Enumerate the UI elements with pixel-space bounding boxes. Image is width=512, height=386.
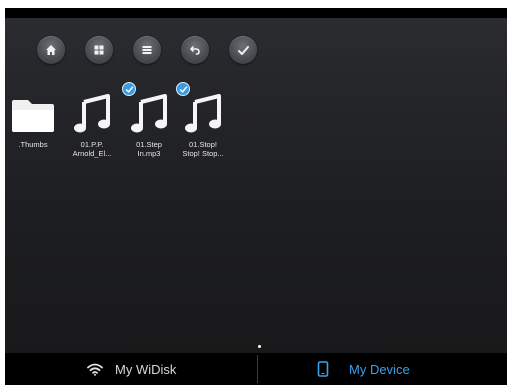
file-item-step-in[interactable]: 01.Step In.mp3 (121, 82, 177, 190)
tab-my-device[interactable]: My Device (317, 353, 410, 385)
grid-view-button[interactable] (85, 36, 113, 64)
list-view-button[interactable] (133, 36, 161, 64)
folder-icon (5, 90, 61, 138)
tab-my-widisk[interactable]: My WiDisk (87, 353, 176, 385)
file-item-thumbs[interactable]: .Thumbs (5, 90, 61, 190)
file-label: 01.Stop! Stop! Stop... (182, 140, 224, 158)
wifi-icon (87, 363, 103, 376)
file-grid: .Thumbs 01.P.P. Arnold_El... 01.Step In.… (5, 82, 507, 210)
file-label: 01.P.P. Arnold_El... (72, 140, 112, 158)
tab-divider (257, 355, 258, 383)
file-item-stop-stop[interactable]: 01.Stop! Stop! Stop... (175, 82, 231, 190)
music-note-icon (121, 90, 177, 138)
home-button[interactable] (37, 36, 65, 64)
app-screen: .Thumbs 01.P.P. Arnold_El... 01.Step In.… (5, 8, 507, 385)
phone-icon (317, 361, 329, 377)
tab-label: My Device (349, 361, 410, 377)
selected-check-icon (122, 82, 136, 96)
grid-icon (94, 45, 104, 55)
select-button[interactable] (229, 36, 257, 64)
list-icon (142, 46, 152, 54)
status-bar (5, 8, 507, 18)
back-arrow-icon (190, 46, 200, 55)
back-button[interactable] (181, 36, 209, 64)
tab-label: My WiDisk (115, 361, 177, 377)
home-icon (46, 45, 56, 55)
page-indicator (258, 345, 261, 348)
bottom-tab-bar: My WiDisk My Device (5, 353, 507, 385)
checkmark-icon (237, 45, 249, 55)
file-item-pp-arnold[interactable]: 01.P.P. Arnold_El... (64, 90, 120, 190)
file-label: .Thumbs (18, 140, 48, 149)
music-note-icon (64, 90, 120, 138)
toolbar (5, 30, 507, 66)
selected-check-icon (176, 82, 190, 96)
music-note-icon (175, 90, 231, 138)
